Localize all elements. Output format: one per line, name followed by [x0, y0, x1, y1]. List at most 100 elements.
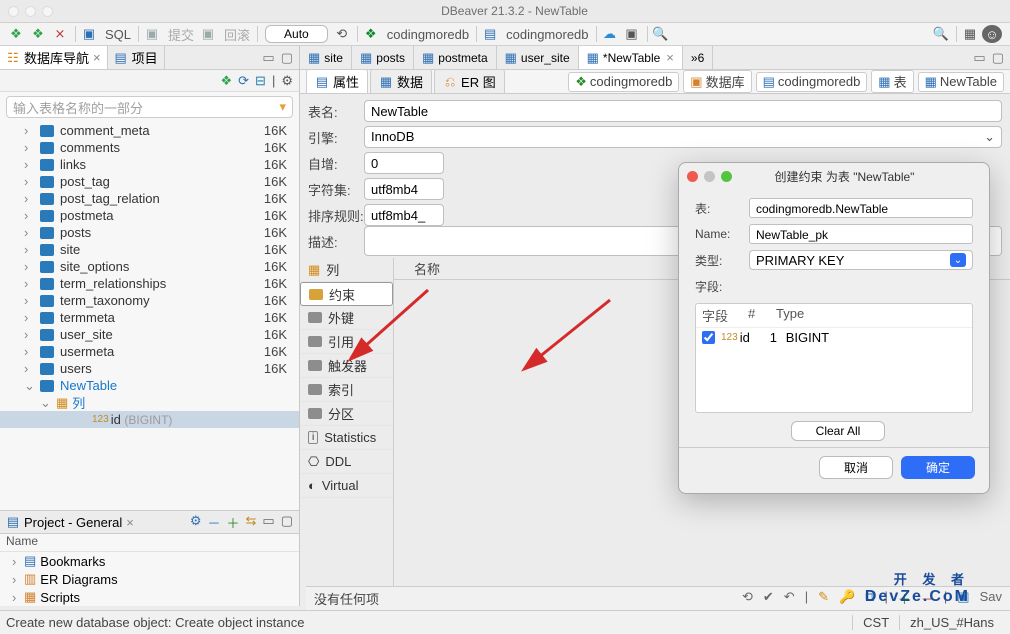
clear-all-button[interactable]: Clear All: [791, 421, 886, 441]
sub-tab-data[interactable]: ▦数据: [370, 69, 432, 94]
sidenav-item[interactable]: 外键: [300, 306, 393, 330]
tree-table-label[interactable]: site: [60, 242, 261, 257]
rollback-button[interactable]: 回滚: [220, 25, 254, 44]
avatar-icon[interactable]: ☺: [982, 25, 1002, 43]
close-icon[interactable]: ×: [93, 50, 101, 65]
tree-table-label[interactable]: user_site: [60, 327, 261, 342]
editor-tab[interactable]: ▦site: [300, 46, 352, 69]
sidenav-item[interactable]: 索引: [300, 378, 393, 402]
max-editor-icon[interactable]: ▢: [992, 50, 1004, 66]
chevron-right-icon[interactable]: ›: [12, 572, 24, 587]
chevron-right-icon[interactable]: ›: [24, 293, 36, 308]
chevron-right-icon[interactable]: ›: [24, 259, 36, 274]
history-icon[interactable]: ⟲: [332, 25, 352, 43]
crumb-table[interactable]: ▦NewTable: [918, 72, 1004, 92]
chevron-right-icon[interactable]: ›: [24, 327, 36, 342]
plus-icon[interactable]: ＋: [226, 513, 239, 532]
minimize-pane-icon[interactable]: ▭: [262, 50, 274, 66]
new-driver-icon[interactable]: ❖: [28, 25, 48, 43]
chevron-right-icon[interactable]: ›: [24, 157, 36, 172]
chevron-right-icon[interactable]: ›: [24, 310, 36, 325]
check-icon[interactable]: ✔: [763, 589, 774, 608]
chevron-right-icon[interactable]: ›: [24, 242, 36, 257]
chevron-right-icon[interactable]: ›: [24, 208, 36, 223]
sidenav-item[interactable]: 触发器: [300, 354, 393, 378]
dlg-row-checkbox[interactable]: [702, 331, 715, 344]
tree-table-label[interactable]: comment_meta: [60, 123, 261, 138]
commit-button[interactable]: 提交: [164, 25, 198, 44]
grid-view-icon[interactable]: ▦: [960, 25, 980, 43]
maximize-pane-icon[interactable]: ▢: [281, 50, 293, 66]
dlg-row-id[interactable]: 123 id 1 BIGINT: [696, 328, 972, 347]
tree-table-label[interactable]: comments: [60, 140, 261, 155]
filter-icon[interactable]: ▾: [279, 99, 286, 115]
dlg-column-table[interactable]: 字段 # Type 123 id 1 BIGINT: [695, 303, 973, 413]
chevron-right-icon[interactable]: ›: [24, 225, 36, 240]
commit-icon[interactable]: ▣: [142, 25, 162, 43]
crumb-dbname[interactable]: ▤codingmoredb: [756, 72, 868, 92]
close-icon[interactable]: ×: [666, 50, 674, 65]
editor-tab[interactable]: ▦user_site: [497, 46, 579, 69]
dlg-name-field[interactable]: NewTable_pk: [749, 224, 973, 244]
conn-icon[interactable]: ❖: [361, 25, 381, 43]
tree-table-label[interactable]: links: [60, 157, 261, 172]
sidenav-item[interactable]: ▦列: [300, 258, 393, 282]
tree-table-label[interactable]: term_taxonomy: [60, 293, 261, 308]
sidenav-item[interactable]: iStatistics: [300, 426, 393, 450]
edit-icon[interactable]: ✎: [818, 589, 829, 608]
tablename-field[interactable]: NewTable: [364, 100, 1002, 122]
sub-tab-props[interactable]: ▤属性: [306, 69, 368, 94]
sub-tab-er[interactable]: ⎌ER 图: [434, 69, 505, 94]
project-item[interactable]: Scripts: [40, 590, 80, 605]
disconnect-icon[interactable]: ⨯: [50, 25, 70, 43]
project-panel-tab[interactable]: ▤ Project - General × ⚙ － ＋ ⇆ ▭▢: [0, 510, 299, 534]
tree-table-label[interactable]: post_tag_relation: [60, 191, 261, 206]
db-icon[interactable]: ▤: [480, 25, 500, 43]
dlg-table-field[interactable]: codingmoredb.NewTable: [749, 198, 973, 218]
tree-table-label[interactable]: site_options: [60, 259, 261, 274]
project-item[interactable]: Bookmarks: [40, 554, 105, 569]
close-icon[interactable]: ×: [126, 515, 134, 530]
tree-columns[interactable]: 列: [72, 393, 299, 412]
gear-icon[interactable]: ⚙: [190, 513, 202, 532]
rollback-icon[interactable]: ▣: [198, 25, 218, 43]
chevron-right-icon[interactable]: ›: [12, 590, 24, 605]
editor-tab[interactable]: ▦*NewTable×: [579, 46, 683, 69]
crumb-db[interactable]: codingmoredb: [502, 27, 592, 42]
sidenav-item[interactable]: ⎔DDL: [300, 450, 393, 474]
save-label[interactable]: Sav: [980, 589, 1002, 608]
link-icon[interactable]: ⇆: [246, 513, 257, 532]
crumb-conn[interactable]: ❖codingmoredb: [568, 72, 679, 92]
crumb-tables[interactable]: ▦表: [871, 70, 913, 93]
layout-icon[interactable]: ▣: [622, 25, 642, 43]
engine-field[interactable]: InnoDB⌄: [364, 126, 1002, 148]
chevron-down-icon[interactable]: ⌄: [24, 378, 36, 394]
txn-mode-button[interactable]: Auto: [265, 25, 328, 43]
dlg-type-select[interactable]: PRIMARY KEY⌄: [749, 250, 973, 270]
chevron-right-icon[interactable]: ›: [24, 276, 36, 291]
crumb-dbgrp[interactable]: ▣数据库: [683, 70, 751, 93]
tree-table-label[interactable]: termmeta: [60, 310, 261, 325]
minus-icon[interactable]: －: [207, 513, 220, 532]
sql-label[interactable]: SQL: [101, 27, 135, 42]
overflow-tab[interactable]: »6: [683, 46, 713, 69]
crumb-conn[interactable]: codingmoredb: [383, 27, 473, 42]
undo-icon[interactable]: ↶: [784, 589, 795, 608]
cloud-icon[interactable]: ☁: [600, 25, 620, 43]
sidenav-item[interactable]: 分区: [300, 402, 393, 426]
tab-project[interactable]: ▤ 项目: [108, 46, 165, 69]
autoinc-field[interactable]: 0: [364, 152, 444, 174]
chevron-right-icon[interactable]: ›: [24, 140, 36, 155]
traffic-close-icon[interactable]: [8, 6, 19, 17]
project-item[interactable]: ER Diagrams: [40, 572, 117, 587]
refresh-icon[interactable]: ⟳: [238, 73, 249, 89]
key-icon[interactable]: 🔑: [839, 589, 855, 608]
tree-table-label[interactable]: post_tag: [60, 174, 261, 189]
collation-field[interactable]: utf8mb4_: [364, 204, 444, 226]
ok-button[interactable]: 确定: [901, 456, 975, 479]
chevron-right-icon[interactable]: ›: [24, 344, 36, 359]
sql-icon[interactable]: ▣: [79, 25, 99, 43]
cancel-button[interactable]: 取消: [819, 456, 893, 479]
search-global-icon[interactable]: 🔍: [931, 25, 951, 43]
tree-table-label[interactable]: postmeta: [60, 208, 261, 223]
